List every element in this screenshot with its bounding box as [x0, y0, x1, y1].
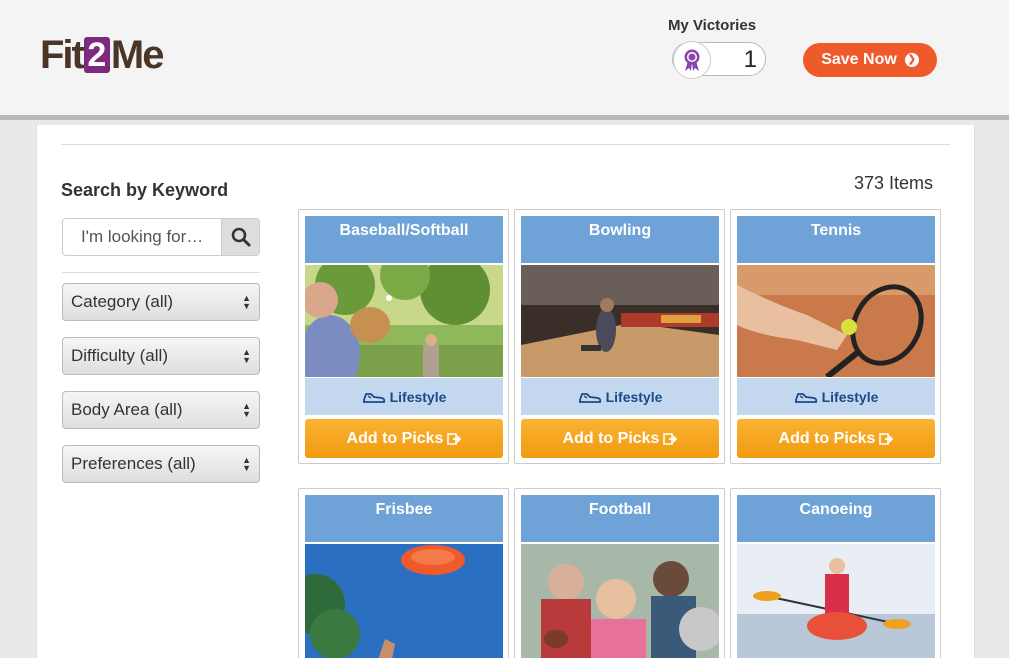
sneaker-icon	[362, 392, 385, 403]
activity-image	[521, 265, 719, 377]
top-divider	[61, 144, 950, 145]
keyword-search-input[interactable]	[63, 219, 221, 255]
victories-label: My Victories	[667, 17, 757, 34]
preferences-select[interactable]: Preferences (all) ▲ ▼	[62, 445, 260, 483]
select-arrows-icon: ▲ ▼	[242, 347, 251, 365]
add-to-picks-button[interactable]: Add to Picks	[521, 419, 719, 458]
activity-card-tennis[interactable]: Tennis Lifestyle Add to Picks	[730, 209, 941, 464]
filter-sidebar: Search by Keyword Category (all) ▲▼ Diff…	[61, 180, 261, 483]
arrow-export-icon	[447, 432, 462, 445]
arrow-export-icon	[663, 432, 678, 445]
sidebar-divider	[62, 272, 260, 273]
my-victories: My Victories 1	[668, 17, 770, 79]
add-to-picks-button[interactable]: Add to Picks	[305, 419, 503, 458]
activity-image	[305, 544, 503, 658]
difficulty-select[interactable]: Difficulty (all) ▲ ▼	[62, 337, 260, 375]
card-title: Baseball/Softball	[305, 216, 503, 263]
arrow-export-icon	[879, 432, 894, 445]
select-arrows-icon: ▲ ▼	[242, 401, 251, 419]
activity-card-football[interactable]: Football	[514, 488, 725, 658]
select-arrows-icon: ▲ ▼	[242, 293, 251, 311]
sneaker-icon	[794, 392, 817, 403]
search-box	[62, 218, 260, 256]
search-title: Search by Keyword	[61, 180, 229, 200]
card-title: Frisbee	[305, 495, 503, 542]
victory-counter[interactable]: 1	[672, 41, 766, 79]
card-title: Bowling	[521, 216, 719, 263]
activity-image	[737, 265, 935, 377]
card-title: Canoeing	[737, 495, 935, 542]
activity-card-baseball[interactable]: Baseball/Softball Lifestyle Add to Picks	[298, 209, 509, 464]
card-category-tag: Lifestyle	[521, 378, 719, 415]
sneaker-icon	[578, 392, 601, 403]
card-title: Football	[521, 495, 719, 542]
ribbon-award-icon	[673, 41, 711, 79]
victory-count: 1	[743, 46, 757, 73]
chevron-right-icon: ❯	[904, 53, 919, 67]
activity-card-frisbee[interactable]: Frisbee	[298, 488, 509, 658]
card-title: Tennis	[737, 216, 935, 263]
site-header: Fit 2 Me My Victories 1 Save Now ❯	[0, 0, 1009, 120]
fit2me-logo[interactable]: Fit 2 Me	[40, 33, 164, 77]
magnifier-icon	[231, 227, 250, 247]
select-arrows-icon: ▲ ▼	[242, 455, 251, 473]
card-category-tag: Lifestyle	[305, 378, 503, 415]
body-area-select[interactable]: Body Area (all) ▲ ▼	[62, 391, 260, 429]
save-now-button[interactable]: Save Now ❯	[803, 43, 937, 77]
search-button[interactable]	[221, 219, 259, 255]
item-count: 373 Items	[854, 173, 934, 193]
add-to-picks-button[interactable]: Add to Picks	[737, 419, 935, 458]
activity-image	[305, 265, 503, 377]
category-select[interactable]: Category (all) ▲ ▼	[62, 283, 260, 321]
activity-image	[521, 544, 719, 658]
main-content: Search by Keyword Category (all) ▲▼ Diff…	[36, 125, 975, 658]
activity-image	[737, 544, 935, 658]
card-category-tag: Lifestyle	[737, 378, 935, 415]
activity-card-bowling[interactable]: Bowling Lifestyle Add to Picks	[514, 209, 725, 464]
activity-card-canoeing[interactable]: Canoeing	[730, 488, 941, 658]
